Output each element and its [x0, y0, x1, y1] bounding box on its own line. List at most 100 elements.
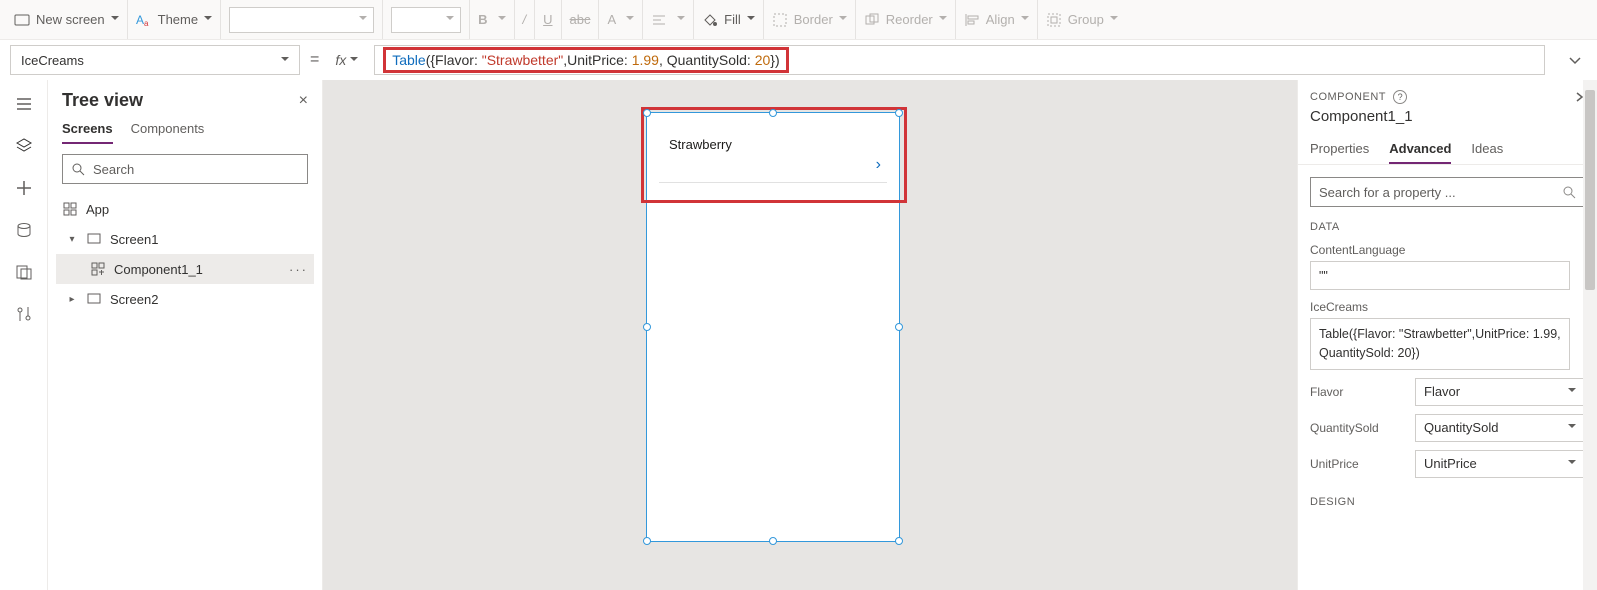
caret-down-icon[interactable]: ▾: [66, 234, 78, 245]
tree-view-icon[interactable]: [14, 136, 34, 156]
tools-icon[interactable]: [14, 304, 34, 324]
font-size-dropdown[interactable]: [391, 7, 461, 33]
unitprice-dropdown[interactable]: UnitPrice: [1415, 450, 1585, 478]
border-button[interactable]: Border: [772, 12, 847, 28]
chevron-down-icon: [281, 53, 289, 68]
tab-screens[interactable]: Screens: [62, 121, 113, 144]
app-icon: [62, 201, 78, 217]
tree-item-screen2[interactable]: ▸ Screen2: [56, 284, 314, 314]
close-icon[interactable]: ×: [299, 92, 308, 110]
tab-ideas[interactable]: Ideas: [1471, 135, 1503, 164]
resize-handle[interactable]: [643, 109, 651, 117]
more-icon[interactable]: ···: [289, 262, 308, 277]
chevron-right-icon[interactable]: ›: [876, 156, 881, 174]
fill-button[interactable]: Fill: [702, 12, 755, 28]
chevron-down-icon: [1568, 384, 1576, 399]
canvas[interactable]: Strawberry ›: [323, 80, 1297, 590]
align-icon: [964, 12, 980, 28]
tree-view-title: Tree view: [62, 90, 143, 111]
media-icon[interactable]: [14, 262, 34, 282]
text-align-icon[interactable]: [651, 12, 667, 28]
theme-button[interactable]: Aa Theme: [136, 12, 212, 28]
tree-view-panel: Tree view × Screens Components Search Ap…: [48, 80, 323, 590]
tree-search-input[interactable]: Search: [62, 154, 308, 184]
group-label: Group: [1068, 12, 1104, 27]
search-placeholder: Search for a property ...: [1319, 185, 1456, 200]
font-color-button[interactable]: A: [607, 12, 616, 27]
resize-handle[interactable]: [643, 323, 651, 331]
hamburger-icon[interactable]: [14, 94, 34, 114]
reorder-label: Reorder: [886, 12, 933, 27]
chevron-down-icon: [939, 12, 947, 27]
resize-handle[interactable]: [769, 109, 777, 117]
tree-item-screen1[interactable]: ▾ Screen1: [56, 224, 314, 254]
chevron-down-icon: [1021, 12, 1029, 27]
bold-button[interactable]: B: [478, 12, 487, 27]
contentlanguage-input[interactable]: "": [1310, 261, 1570, 290]
flavor-dropdown[interactable]: Flavor: [1415, 378, 1585, 406]
tree-item-label: App: [86, 202, 109, 217]
data-icon[interactable]: [14, 220, 34, 240]
formula-expand-button[interactable]: [1563, 53, 1587, 67]
scrollbar-track[interactable]: [1583, 80, 1597, 590]
font-family-dropdown[interactable]: [229, 7, 374, 33]
section-design: DESIGN: [1310, 496, 1585, 508]
fx-icon[interactable]: fx: [329, 52, 364, 68]
align-button[interactable]: Align: [964, 12, 1029, 28]
svg-text:A: A: [136, 13, 144, 27]
underline-button[interactable]: U: [543, 12, 552, 27]
component-frame[interactable]: Strawberry ›: [646, 112, 900, 542]
tab-advanced[interactable]: Advanced: [1389, 135, 1451, 164]
property-search-input[interactable]: Search for a property ...: [1310, 177, 1585, 207]
resize-handle[interactable]: [643, 537, 651, 545]
chevron-down-icon: [747, 12, 755, 27]
reorder-icon: [864, 12, 880, 28]
tree-item-label: Screen1: [110, 232, 158, 247]
gallery-item-title: Strawberry: [669, 137, 732, 152]
property-selector[interactable]: IceCreams: [10, 45, 300, 75]
formula-bar: IceCreams = fx Table({Flavor: "Strawbett…: [0, 40, 1597, 80]
chevron-down-icon: [839, 12, 847, 27]
reorder-button[interactable]: Reorder: [864, 12, 947, 28]
tab-components[interactable]: Components: [131, 121, 205, 144]
resize-handle[interactable]: [895, 109, 903, 117]
formula-input[interactable]: Table({Flavor: "Strawbetter",UnitPrice: …: [374, 45, 1545, 75]
insert-icon[interactable]: [14, 178, 34, 198]
help-icon[interactable]: ?: [1393, 90, 1407, 104]
formula-highlight: Table({Flavor: "Strawbetter",UnitPrice: …: [383, 47, 788, 73]
new-screen-label: New screen: [36, 12, 105, 27]
caret-right-icon[interactable]: ▸: [66, 294, 78, 305]
tree-item-label: Component1_1: [114, 262, 203, 277]
chevron-down-icon: [1568, 456, 1576, 471]
group-icon: [1046, 12, 1062, 28]
strikethrough-button[interactable]: abc: [570, 12, 591, 27]
section-data: DATA: [1310, 221, 1585, 233]
panel-header: COMPONENT: [1310, 91, 1386, 103]
tab-properties[interactable]: Properties: [1310, 135, 1369, 164]
screen-icon: [86, 231, 102, 247]
left-rail: [0, 80, 48, 590]
italic-button[interactable]: /: [523, 12, 527, 27]
chevron-down-icon: [359, 12, 367, 27]
top-toolbar: New screen Aa Theme B / U abc A: [0, 0, 1597, 40]
resize-handle[interactable]: [895, 323, 903, 331]
chevron-down-icon: [1568, 420, 1576, 435]
group-button[interactable]: Group: [1046, 12, 1118, 28]
resize-handle[interactable]: [769, 537, 777, 545]
new-screen-button[interactable]: New screen: [14, 12, 119, 28]
scrollbar-thumb[interactable]: [1585, 90, 1595, 290]
fill-icon: [702, 12, 718, 28]
chevron-down-icon: [498, 12, 506, 27]
tree-item-component[interactable]: Component1_1 ···: [56, 254, 314, 284]
quantitysold-dropdown[interactable]: QuantitySold: [1415, 414, 1585, 442]
align-label: Align: [986, 12, 1015, 27]
resize-handle[interactable]: [895, 537, 903, 545]
tree-item-app[interactable]: App: [56, 194, 314, 224]
chevron-down-icon: [204, 12, 212, 27]
icecreams-input[interactable]: Table({Flavor: "Strawbetter",UnitPrice: …: [1310, 318, 1570, 370]
search-icon: [1562, 185, 1576, 199]
screen-icon: [86, 291, 102, 307]
property-panel: COMPONENT ? Component1_1 Properties Adva…: [1297, 80, 1597, 590]
gallery-item[interactable]: Strawberry ›: [659, 123, 887, 183]
new-screen-icon: [14, 12, 30, 28]
